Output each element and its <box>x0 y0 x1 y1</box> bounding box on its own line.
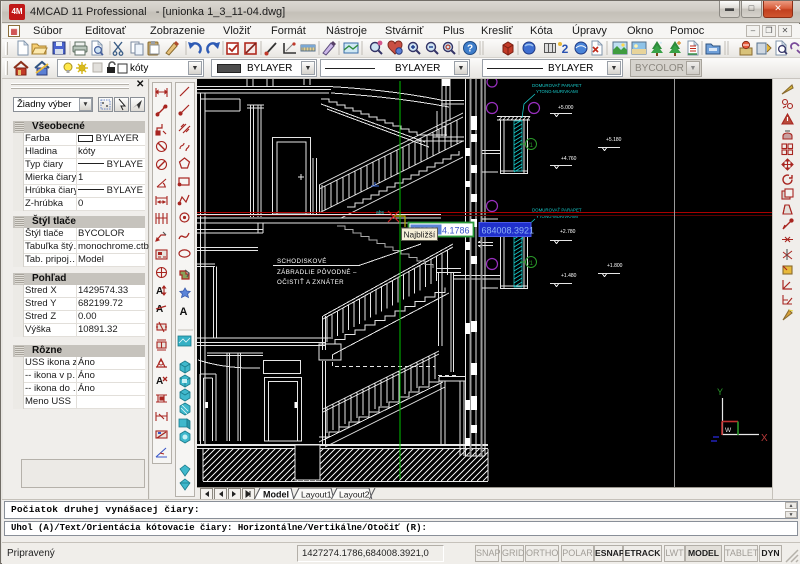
svg-text:+1.800: +1.800 <box>607 263 623 269</box>
svg-text:+2.780: +2.780 <box>560 229 576 235</box>
svg-text:Layout2: Layout2 <box>339 490 370 500</box>
svg-text:Najbližší: Najbližší <box>404 230 436 240</box>
svg-text:A: A <box>180 306 188 318</box>
svg-text:A: A <box>156 304 163 315</box>
svg-text:ZÁBRADLIE PÔVODNÉ –: ZÁBRADLIE PÔVODNÉ – <box>277 269 357 276</box>
svg-text:SCHODISKOVÉ: SCHODISKOVÉ <box>277 258 327 265</box>
svg-text:684008.3921: 684008.3921 <box>482 226 535 236</box>
svg-text:/1: /1 <box>528 261 534 267</box>
svg-text:W: W <box>725 427 732 434</box>
svg-text:DOMUROVAŤ PARAPET: DOMUROVAŤ PARAPET <box>532 83 582 88</box>
svg-text:Y: Y <box>717 387 723 397</box>
svg-text:abs: abs <box>376 210 385 216</box>
svg-text:YTONG-MURIVKAMI: YTONG-MURIVKAMI <box>536 89 578 94</box>
svg-text:+5.180: +5.180 <box>606 137 622 143</box>
svg-text:4.1786: 4.1786 <box>442 226 470 236</box>
svg-text:OČISTIŤ A ZXNÁTER: OČISTIŤ A ZXNÁTER <box>277 278 344 286</box>
svg-text:?: ? <box>467 44 473 55</box>
svg-text:/1: /1 <box>528 143 534 149</box>
svg-text:+1.480: +1.480 <box>561 273 577 279</box>
svg-text:Layout1: Layout1 <box>301 490 332 500</box>
svg-text:A: A <box>156 376 163 387</box>
svg-text:+5.000: +5.000 <box>558 105 574 111</box>
svg-text:YTONG-MURIVKAMI: YTONG-MURIVKAMI <box>536 214 578 219</box>
svg-text:2: 2 <box>562 42 569 56</box>
svg-text:X: X <box>761 433 768 444</box>
svg-text:DOMUROVAŤ PARAPET: DOMUROVAŤ PARAPET <box>532 208 582 213</box>
svg-text:+4.760: +4.760 <box>561 156 577 162</box>
svg-text:Model: Model <box>263 490 289 500</box>
